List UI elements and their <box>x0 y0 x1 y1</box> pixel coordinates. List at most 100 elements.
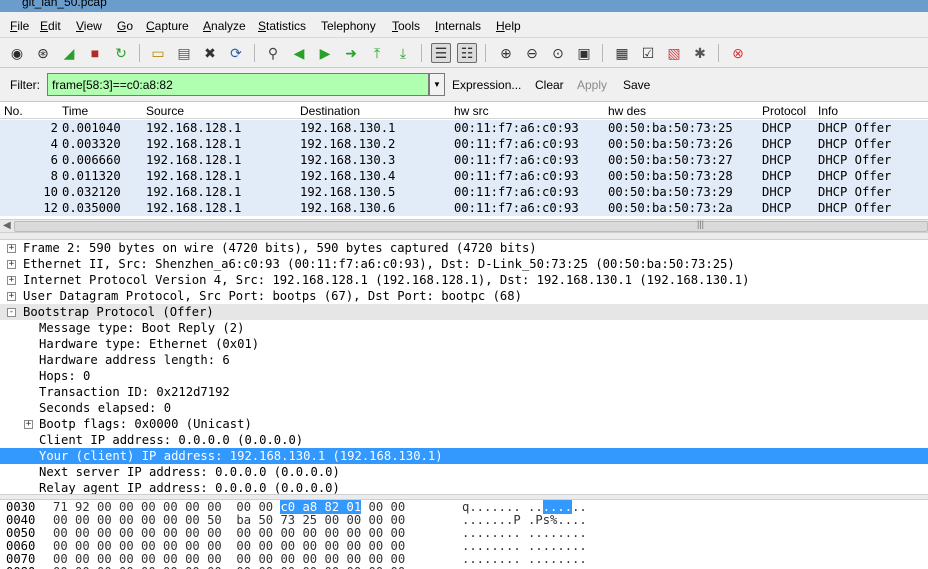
expand-icon[interactable]: + <box>7 276 16 285</box>
hex-row[interactable]: 0070 00 00 00 00 00 00 00 00 00 00 00 00 … <box>0 552 928 566</box>
expression-button[interactable]: Expression... <box>452 78 521 92</box>
capture-options-icon[interactable]: ⊛ <box>33 43 53 63</box>
pane-splitter[interactable] <box>0 233 928 240</box>
open-file-icon[interactable]: ▭ <box>148 43 168 63</box>
hex-ascii: q....... ........ <box>462 500 587 514</box>
toolbar-separator <box>602 44 603 62</box>
detail-row[interactable]: Relay agent IP address: 0.0.0.0 (0.0.0.0… <box>0 480 928 494</box>
hex-row[interactable]: 0080 00 00 00 00 00 00 00 00 00 00 00 00 … <box>0 565 928 569</box>
menu-edit[interactable]: Edit <box>40 19 61 33</box>
column-header-source[interactable]: Source <box>146 104 184 118</box>
restart-capture-icon[interactable]: ↻ <box>111 43 131 63</box>
detail-row[interactable]: Hardware type: Ethernet (0x01) <box>0 336 928 352</box>
coloring-rules-icon[interactable]: ▧ <box>664 43 684 63</box>
close-file-icon[interactable]: ✖ <box>200 43 220 63</box>
hex-bytes-part: 00 00 <box>361 500 406 514</box>
packet-row[interactable]: 4 0.003320 192.168.128.1 192.168.130.2 00:11… <box>0 136 928 152</box>
filter-dropdown-button[interactable]: ▼ <box>429 73 445 96</box>
clear-button[interactable]: Clear <box>535 78 564 92</box>
hex-bytes-selected: c0 a8 82 01 <box>280 500 362 514</box>
packet-row[interactable]: 12 0.035000 192.168.128.1 192.168.130.6 00:1… <box>0 200 928 216</box>
detail-row[interactable]: + User Datagram Protocol, Src Port: bootp… <box>0 288 928 304</box>
auto-scroll-icon[interactable]: ☷ <box>457 43 477 63</box>
detail-row[interactable]: Transaction ID: 0x212d7192 <box>0 384 928 400</box>
menu-analyze[interactable]: Analyze <box>203 19 246 33</box>
detail-row[interactable]: Message type: Boot Reply (2) <box>0 320 928 336</box>
expand-icon[interactable]: + <box>24 420 33 429</box>
normal-size-icon[interactable]: ⊙ <box>548 43 568 63</box>
menu-tools[interactable]: Tools <box>392 19 420 33</box>
column-header-no[interactable]: No. <box>4 104 23 118</box>
detail-row-selected[interactable]: Your (client) IP address: 192.168.130.1 … <box>0 448 928 464</box>
scroll-left-icon[interactable]: ◀ <box>3 220 11 231</box>
expand-icon[interactable]: + <box>7 292 16 301</box>
hex-row[interactable]: 0040 00 00 00 00 00 00 00 50 ba 50 73 25 … <box>0 513 928 527</box>
go-forward-icon[interactable]: ▶ <box>315 43 335 63</box>
go-last-icon[interactable]: ⤓ <box>393 43 413 63</box>
zoom-out-icon[interactable]: ⊖ <box>522 43 542 63</box>
column-header-hw-des[interactable]: hw des <box>608 104 646 118</box>
menu-go[interactable]: Go <box>117 19 133 33</box>
column-header-time[interactable]: Time <box>62 104 88 118</box>
preferences-icon[interactable]: ✱ <box>690 43 710 63</box>
find-packet-icon[interactable]: ⚲ <box>263 43 283 63</box>
filter-input[interactable]: frame[58:3]==c0:a8:82 <box>47 73 429 96</box>
window-title-bar[interactable]: git_lan_50.pcap <box>0 0 928 12</box>
detail-row[interactable]: Next server IP address: 0.0.0.0 (0.0.0.0… <box>0 464 928 480</box>
collapse-icon[interactable]: - <box>7 308 16 317</box>
go-to-packet-icon[interactable]: ➜ <box>341 43 361 63</box>
cell-destination: 192.168.130.4 <box>300 169 396 183</box>
start-capture-icon[interactable]: ◢ <box>59 43 79 63</box>
column-header-info[interactable]: Info <box>818 104 838 118</box>
hex-offset: 0050 <box>6 526 36 540</box>
detail-row[interactable]: Hardware address length: 6 <box>0 352 928 368</box>
hex-ascii-selected: .... <box>542 500 573 514</box>
detail-row[interactable]: - Bootstrap Protocol (Offer) <box>0 304 928 320</box>
menu-file[interactable]: File <box>10 19 29 33</box>
menu-statistics[interactable]: Statistics <box>258 19 306 33</box>
packet-row[interactable]: 6 0.006660 192.168.128.1 192.168.130.3 00:11… <box>0 152 928 168</box>
scrollbar-thumb[interactable] <box>14 221 928 232</box>
colorize-icon[interactable]: ☰ <box>431 43 451 63</box>
menu-internals[interactable]: Internals <box>435 19 481 33</box>
detail-row[interactable]: + Ethernet II, Src: Shenzhen_a6:c0:93 (00… <box>0 256 928 272</box>
cell-destination: 192.168.130.5 <box>300 185 396 199</box>
apply-button[interactable]: Apply <box>577 78 607 92</box>
go-back-icon[interactable]: ◀ <box>289 43 309 63</box>
interface-list-icon[interactable]: ◉ <box>7 43 27 63</box>
menu-telephony[interactable]: Telephony <box>321 19 376 33</box>
zoom-in-icon[interactable]: ⊕ <box>496 43 516 63</box>
packet-list-horizontal-scrollbar[interactable]: ◀ ||| <box>0 219 928 233</box>
detail-row[interactable]: + Internet Protocol Version 4, Src: 192.1… <box>0 272 928 288</box>
detail-row[interactable]: Client IP address: 0.0.0.0 (0.0.0.0) <box>0 432 928 448</box>
hex-row[interactable]: 0060 00 00 00 00 00 00 00 00 00 00 00 00 … <box>0 539 928 553</box>
save-file-icon[interactable]: ▤ <box>174 43 194 63</box>
go-first-icon[interactable]: ⤒ <box>367 43 387 63</box>
detail-row[interactable]: + Bootp flags: 0x0000 (Unicast) <box>0 416 928 432</box>
expand-icon[interactable]: + <box>7 260 16 269</box>
hex-row[interactable]: 0030 71 92 00 00 00 00 00 00 00 00 c0 a8 … <box>0 500 928 514</box>
column-header-protocol[interactable]: Protocol <box>762 104 806 118</box>
display-filters-icon[interactable]: ☑ <box>638 43 658 63</box>
capture-filters-icon[interactable]: ▦ <box>612 43 632 63</box>
help-icon[interactable]: ⊗ <box>728 43 748 63</box>
resize-columns-icon[interactable]: ▣ <box>574 43 594 63</box>
stop-capture-icon[interactable]: ■ <box>85 43 105 63</box>
menu-view[interactable]: View <box>76 19 102 33</box>
hex-row[interactable]: 0050 00 00 00 00 00 00 00 00 00 00 00 00 … <box>0 526 928 540</box>
save-filter-button[interactable]: Save <box>623 78 650 92</box>
menu-capture[interactable]: Capture <box>146 19 189 33</box>
reload-icon[interactable]: ⟳ <box>226 43 246 63</box>
detail-row[interactable]: + Frame 2: 590 bytes on wire (4720 bits),… <box>0 240 928 256</box>
expand-icon[interactable]: + <box>7 244 16 253</box>
packet-row[interactable]: 2 0.001040 192.168.128.1 192.168.130.1 00:11… <box>0 120 928 136</box>
packet-row[interactable]: 8 0.011320 192.168.128.1 192.168.130.4 00:11… <box>0 168 928 184</box>
detail-row[interactable]: Seconds elapsed: 0 <box>0 400 928 416</box>
menu-help[interactable]: Help <box>496 19 521 33</box>
detail-row[interactable]: Hops: 0 <box>0 368 928 384</box>
column-header-destination[interactable]: Destination <box>300 104 360 118</box>
packet-bytes: 0030 71 92 00 00 00 00 00 00 00 00 c0 a8 … <box>0 500 928 569</box>
hex-bytes-part: 00 00 00 00 00 00 00 00 00 00 00 00 00 0… <box>53 526 406 540</box>
column-header-hw-src[interactable]: hw src <box>454 104 489 118</box>
packet-row[interactable]: 10 0.032120 192.168.128.1 192.168.130.5 00:1… <box>0 184 928 200</box>
